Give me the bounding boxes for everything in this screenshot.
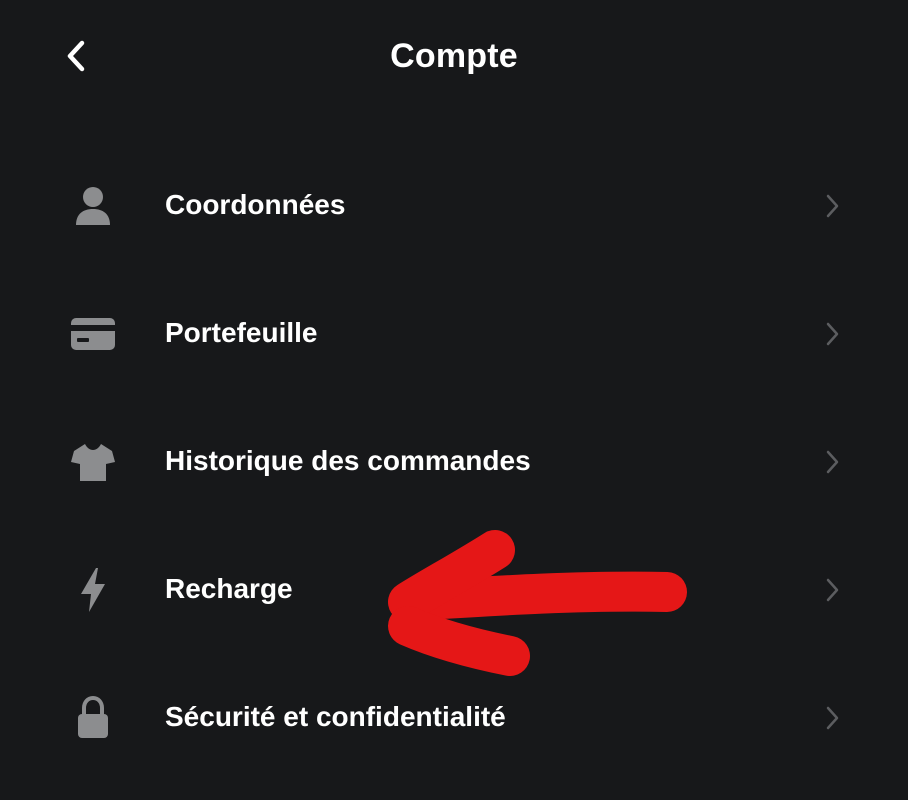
menu-item-recharge[interactable]: Recharge (0, 526, 908, 654)
chevron-right-icon (818, 576, 846, 604)
menu-item-label: Sécurité et confidentialité (165, 701, 506, 732)
tshirt-icon (66, 438, 120, 486)
lightning-bolt-icon (66, 566, 120, 614)
credit-card-icon (66, 310, 120, 358)
chevron-right-icon (818, 448, 846, 476)
menu-item-coordonnees[interactable]: Coordonnées (0, 142, 908, 270)
menu-item-portefeuille[interactable]: Portefeuille (0, 270, 908, 398)
chevron-right-icon (818, 192, 846, 220)
lock-icon (66, 694, 120, 742)
top-bar: Compte (0, 0, 908, 115)
account-menu: Coordonnées Portefeuille Historique des … (0, 142, 908, 782)
menu-item-label: Recharge (165, 573, 293, 604)
menu-item-securite-et-confidentialite[interactable]: Sécurité et confidentialité (0, 654, 908, 782)
page-title: Compte (390, 37, 518, 75)
chevron-right-icon (818, 320, 846, 348)
menu-item-label: Coordonnées (165, 189, 346, 220)
chevron-right-icon (818, 704, 846, 732)
menu-item-historique-des-commandes[interactable]: Historique des commandes (0, 398, 908, 526)
menu-item-label: Historique des commandes (165, 445, 531, 476)
person-icon (66, 182, 120, 230)
menu-item-label: Portefeuille (165, 317, 318, 348)
